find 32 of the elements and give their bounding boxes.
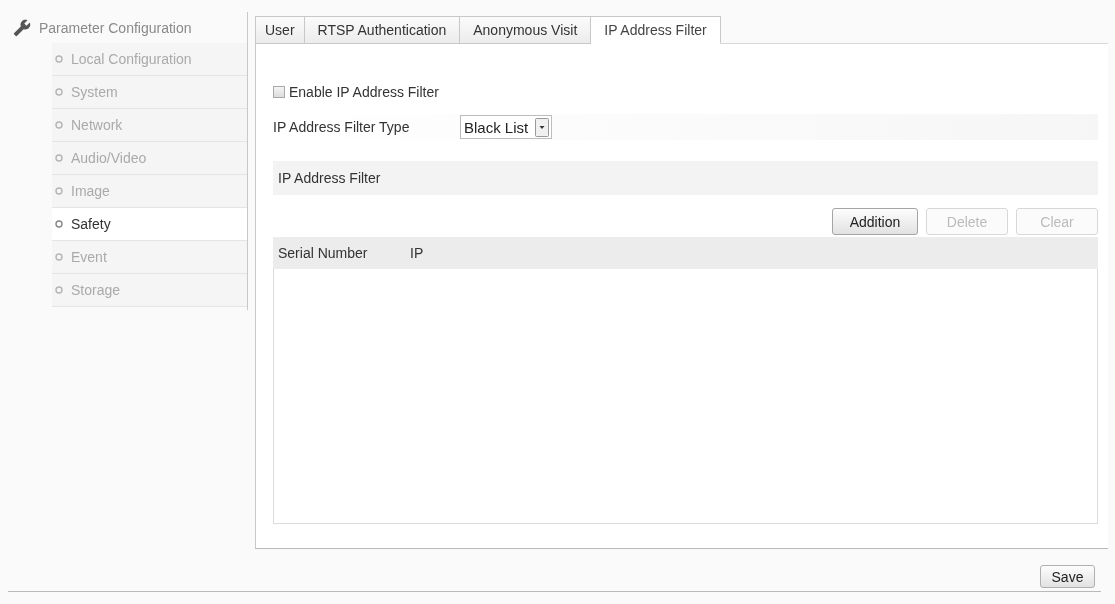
sidebar-item[interactable]: Local Configuration <box>52 43 247 76</box>
sidebar-item[interactable]: Event <box>52 241 247 274</box>
caret-icon <box>535 117 549 137</box>
ring-icon <box>55 286 63 294</box>
tab[interactable]: RTSP Authentication <box>304 16 461 44</box>
filter-type-dropdown[interactable]: Black List <box>460 115 552 139</box>
ring-icon <box>55 121 63 129</box>
field-label: IP Address Filter Type <box>273 119 411 135</box>
sidebar-item[interactable]: Storage <box>52 274 247 307</box>
sidebar-title: Parameter Configuration <box>39 19 192 36</box>
ring-icon <box>55 55 63 63</box>
sidebar-item[interactable]: System <box>52 76 247 109</box>
tab[interactable]: Anonymous Visit <box>460 16 592 44</box>
ring-icon <box>55 88 63 96</box>
tab[interactable]: IP Address Filter <box>591 16 721 44</box>
checkbox-label: Enable IP Address Filter <box>289 84 439 100</box>
sidebar-item[interactable]: Network <box>52 109 247 142</box>
sidebar-item[interactable]: Safety <box>52 208 247 241</box>
list-button[interactable]: Addition <box>832 208 918 235</box>
tab[interactable]: User <box>255 16 305 44</box>
ring-icon <box>55 220 63 228</box>
section-header: IP Address Filter <box>273 161 1098 195</box>
ring-icon <box>55 187 63 195</box>
ring-icon <box>55 253 63 261</box>
checkbox[interactable] <box>273 86 285 98</box>
save-button[interactable]: Save <box>1040 565 1095 588</box>
column-header: Serial Number <box>277 245 369 261</box>
sidebar-item[interactable]: Audio/Video <box>52 142 247 175</box>
sidebar-item[interactable]: Image <box>52 175 247 208</box>
ring-icon <box>55 154 63 162</box>
wrench-icon <box>13 18 31 37</box>
column-header: IP <box>409 245 424 261</box>
